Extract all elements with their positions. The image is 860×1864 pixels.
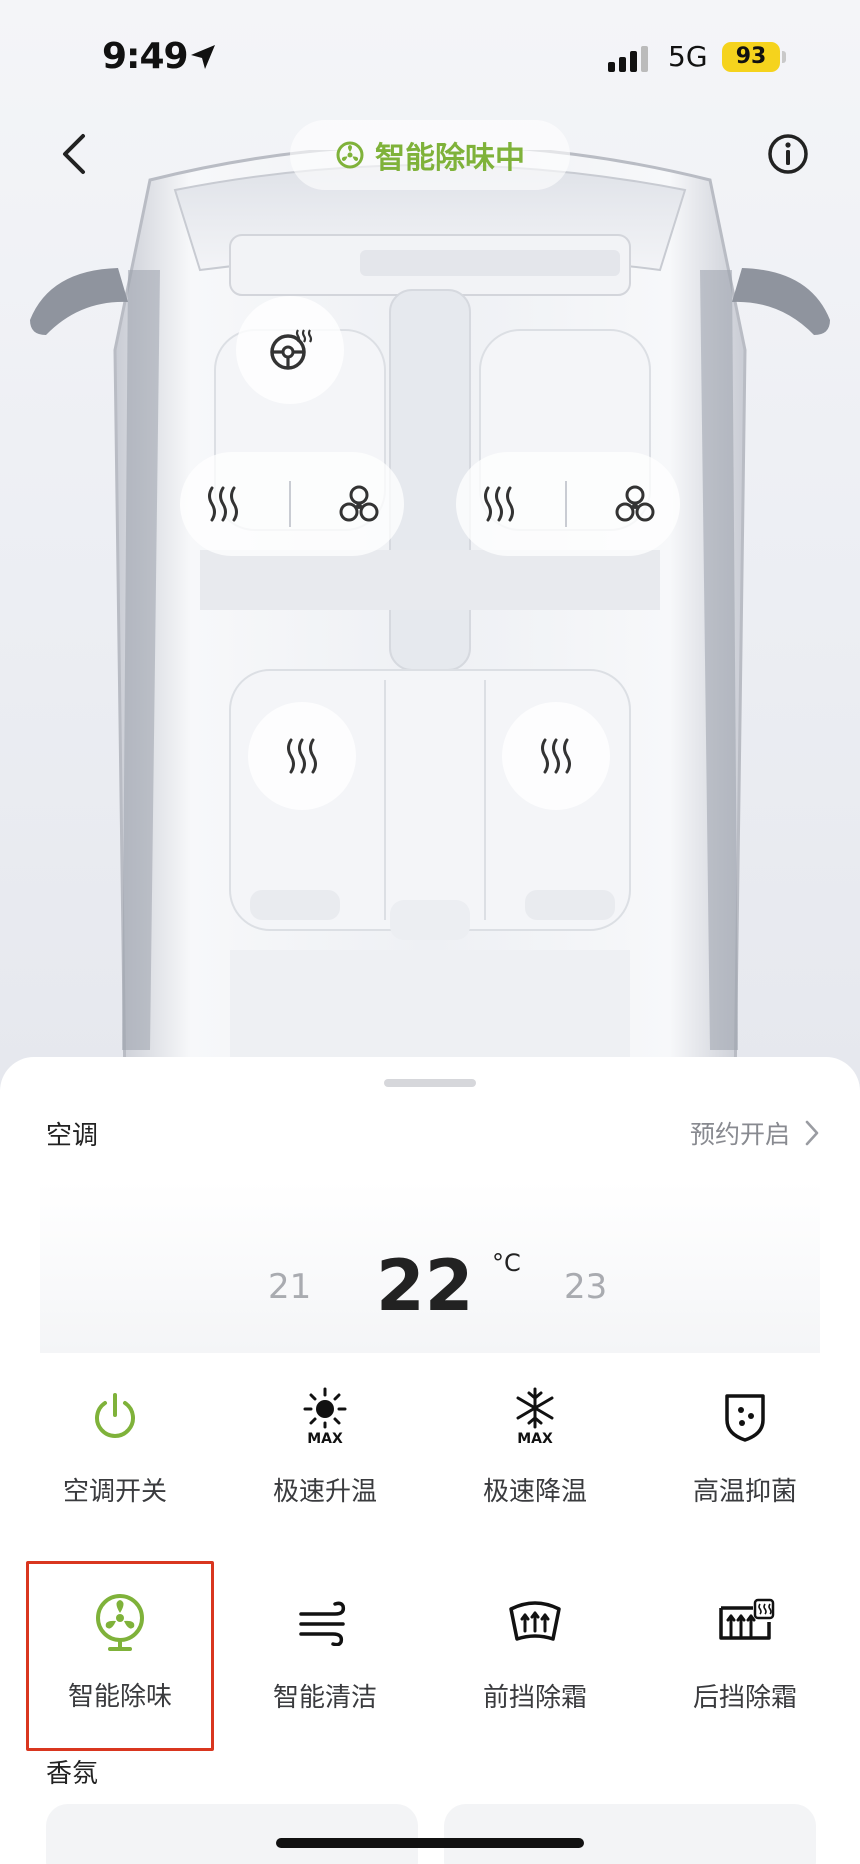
climate-section-title: 空调 <box>46 1121 99 1151</box>
chevron-left-icon <box>63 134 85 174</box>
rear-defrost-icon <box>719 1598 775 1640</box>
svg-text:MAX: MAX <box>517 1431 553 1447</box>
temp-prev[interactable]: 21 <box>268 1267 311 1307</box>
cellular-signal-icon <box>608 46 648 72</box>
rapid-heat-button[interactable]: MAX 极速升温 <box>220 1357 430 1517</box>
rapid-heat-label: 极速升温 <box>272 1477 377 1507</box>
status-time: 9:49 <box>102 36 189 77</box>
car-view: 9:49 5G 93 智能除味中 <box>0 0 860 1090</box>
front-defrost-label: 前挡除霜 <box>482 1683 587 1713</box>
car-top-view <box>30 150 830 1090</box>
smart-deodorize-button[interactable]: 智能除味 <box>26 1561 214 1751</box>
passenger-seat-heat-button[interactable] <box>480 484 518 524</box>
fragrance-section-title: 香氛 <box>46 1759 99 1789</box>
svg-text:MAX: MAX <box>307 1431 343 1447</box>
front-defrost-icon <box>509 1601 561 1641</box>
schedule-button[interactable]: 预约开启 <box>690 1115 820 1151</box>
shield-dots-icon <box>725 1394 765 1442</box>
ac-power-label: 空调开关 <box>62 1477 167 1507</box>
seat-control-divider <box>564 481 567 527</box>
driver-seat-vent-button[interactable] <box>338 484 380 524</box>
back-button[interactable] <box>52 128 96 180</box>
mode-status-pill: 智能除味中 <box>290 120 570 190</box>
seat-control-divider <box>288 481 291 527</box>
wind-icon <box>299 1601 346 1646</box>
temp-next[interactable]: 23 <box>564 1267 607 1307</box>
rear-defrost-label: 后挡除霜 <box>692 1683 797 1713</box>
passenger-seat-controls <box>456 452 680 556</box>
climate-sheet: 空调 预约开启 21 22 °C 23 空调开关 MAX 极速升温 MAX 极速… <box>0 1057 860 1864</box>
temp-current: 22 <box>376 1245 474 1327</box>
smart-deodorize-label: 智能除味 <box>67 1682 172 1712</box>
steering-wheel-heat-icon <box>270 329 313 370</box>
sterilize-button[interactable]: 高温抑菌 <box>640 1357 850 1517</box>
seat-ventilation-icon <box>339 485 379 522</box>
seat-heat-icon <box>541 738 571 774</box>
mode-status-text: 智能除味中 <box>375 141 525 176</box>
passenger-seat-vent-button[interactable] <box>614 484 656 524</box>
sun-max-icon: MAX <box>303 1387 347 1447</box>
battery-indicator: 93 <box>722 42 780 72</box>
fan-icon <box>96 1594 144 1651</box>
smart-clean-button[interactable]: 智能清洁 <box>220 1563 430 1723</box>
temp-unit: °C <box>492 1249 521 1277</box>
seat-heat-icon <box>287 738 317 774</box>
smart-clean-label: 智能清洁 <box>272 1683 377 1713</box>
front-defrost-button[interactable]: 前挡除霜 <box>430 1563 640 1723</box>
seat-ventilation-icon <box>615 485 655 522</box>
rear-right-seat-heat-button[interactable] <box>502 702 610 810</box>
battery-nub <box>782 51 786 63</box>
sheet-drag-handle[interactable] <box>384 1079 476 1087</box>
home-indicator[interactable] <box>276 1838 584 1848</box>
location-arrow-icon <box>191 45 215 69</box>
schedule-label: 预约开启 <box>689 1120 790 1149</box>
rear-defrost-button[interactable]: 后挡除霜 <box>640 1563 850 1723</box>
driver-seat-controls <box>180 452 404 556</box>
fan-icon <box>336 141 364 169</box>
snowflake-max-icon: MAX <box>516 1387 554 1447</box>
driver-seat-heat-button[interactable] <box>204 484 242 524</box>
seat-heat-icon <box>207 486 238 522</box>
info-icon <box>768 134 808 174</box>
fragrance-card-right[interactable] <box>444 1804 816 1864</box>
rapid-cool-label: 极速降温 <box>482 1477 587 1507</box>
power-icon <box>95 1393 135 1438</box>
rear-left-seat-heat-button[interactable] <box>248 702 356 810</box>
steering-heat-button[interactable] <box>236 296 344 404</box>
fragrance-card-left[interactable] <box>46 1804 418 1864</box>
info-button[interactable] <box>764 130 812 178</box>
network-label: 5G <box>668 40 708 73</box>
seat-heat-icon <box>483 486 514 522</box>
temperature-selector[interactable]: 21 22 °C 23 <box>40 1181 820 1353</box>
sterilize-label: 高温抑菌 <box>692 1477 797 1507</box>
status-bar: 9:49 5G 93 <box>0 0 860 110</box>
ac-power-button[interactable]: 空调开关 <box>10 1357 220 1517</box>
rapid-cool-button[interactable]: MAX 极速降温 <box>430 1357 640 1517</box>
chevron-right-icon <box>805 1120 819 1146</box>
